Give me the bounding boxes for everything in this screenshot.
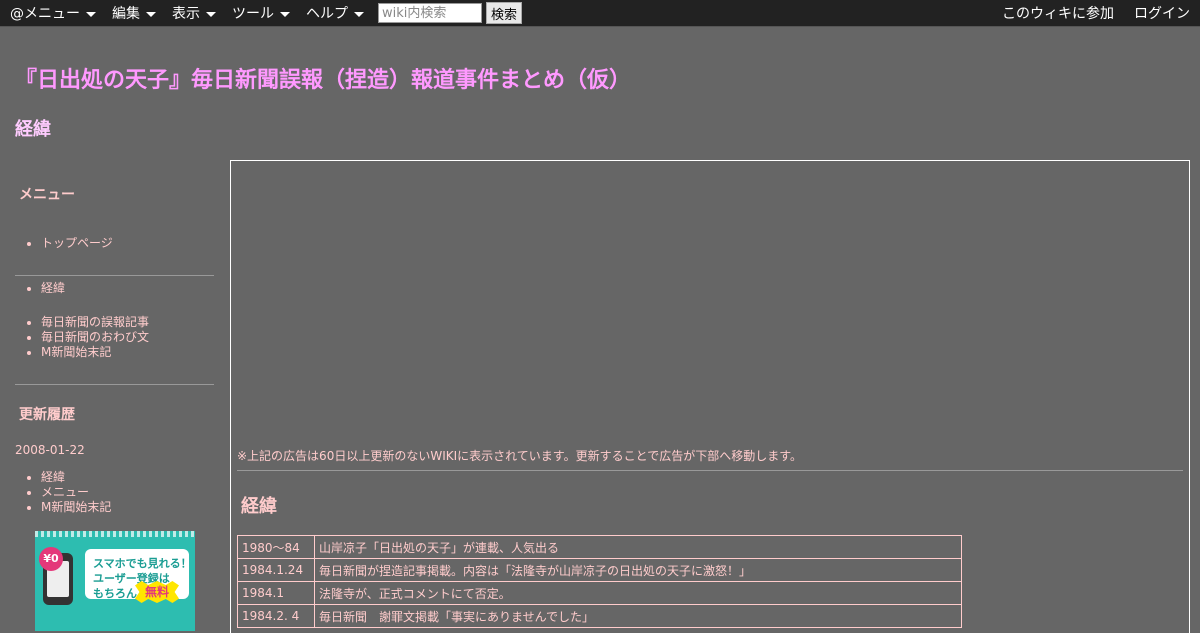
- ad-notice: ※上記の広告は60日以上更新のないWIKIに表示されています。更新することで広告…: [237, 449, 803, 463]
- promo-banner[interactable]: ¥0 スマホでも見れる！ ユーザー登録は もちろん 無料: [35, 531, 195, 631]
- timeline-date: 1984.1.24: [237, 558, 315, 582]
- update-history-heading: 更新履歴: [19, 407, 75, 423]
- ad-placeholder: [231, 161, 1189, 441]
- edit-menu-label: 編集: [112, 6, 140, 22]
- sidebar-item-top-page[interactable]: トップページ: [41, 236, 240, 251]
- view-menu-dropdown[interactable]: 表示: [172, 3, 216, 23]
- sidebar-articles-list: 毎日新聞の誤報記事 毎日新聞のおわび文 M新聞始末記: [15, 315, 240, 360]
- edit-menu-dropdown[interactable]: 編集: [112, 3, 156, 23]
- promo-dots-decoration: [35, 531, 195, 537]
- promo-line: スマホでも見れる！: [93, 557, 192, 570]
- history-item[interactable]: 経緯: [41, 470, 240, 485]
- join-wiki-link[interactable]: このウィキに参加: [1002, 3, 1114, 23]
- timeline-event: 毎日新聞が捏造記事掲載。内容は「法隆寺が山岸凉子の日出処の天子に激怒！」: [314, 558, 962, 582]
- yen-zero-badge: ¥0: [39, 547, 63, 571]
- chevron-down-icon: [86, 11, 96, 17]
- help-menu-label: ヘルプ: [306, 6, 348, 22]
- history-item[interactable]: M新聞始末記: [41, 500, 240, 515]
- sidebar-divider: [15, 275, 214, 276]
- timeline-event: 毎日新聞 謝罪文掲載「事実にありませんでした」: [314, 604, 962, 628]
- sidebar-item-history[interactable]: 経緯: [41, 281, 240, 296]
- content-divider: [237, 470, 1183, 471]
- tools-menu-label: ツール: [232, 6, 274, 22]
- atmenu-dropdown[interactable]: @メニュー: [10, 3, 96, 23]
- account-links: このウィキに参加 ログイン: [1002, 3, 1200, 23]
- login-link[interactable]: ログイン: [1134, 3, 1190, 23]
- timeline-table: 1980〜84 山岸凉子「日出処の天子」が連載、人気出る 1984.1.24 毎…: [237, 535, 962, 628]
- help-menu-dropdown[interactable]: ヘルプ: [306, 3, 364, 23]
- sidebar-item-m-newspaper[interactable]: M新聞始末記: [41, 345, 240, 360]
- view-menu-label: 表示: [172, 6, 200, 22]
- search-button[interactable]: 検索: [486, 2, 523, 24]
- update-history-date: 2008-01-22: [15, 443, 85, 457]
- sidebar-menu-list: トップページ: [15, 236, 240, 251]
- chevron-down-icon: [354, 11, 364, 17]
- sidebar-menu-heading: メニュー: [19, 187, 75, 203]
- section-heading: 経緯: [241, 496, 277, 517]
- chevron-down-icon: [206, 11, 216, 17]
- table-row: 1980〜84 山岸凉子「日出処の天子」が連載、人気出る: [237, 535, 962, 559]
- tools-menu-dropdown[interactable]: ツール: [232, 3, 290, 23]
- page-title: 経緯: [15, 119, 51, 140]
- sidebar-item-apology[interactable]: 毎日新聞のおわび文: [41, 330, 240, 345]
- free-starburst: 無料: [135, 581, 179, 603]
- site-title[interactable]: 『日出処の天子』毎日新聞誤報（捏造）報道事件まとめ（仮）: [15, 62, 631, 94]
- table-row: 1984.1.24 毎日新聞が捏造記事掲載。内容は「法隆寺が山岸凉子の日出処の天…: [237, 558, 962, 582]
- main-content: ※上記の広告は60日以上更新のないWIKIに表示されています。更新することで広告…: [230, 160, 1190, 633]
- table-row: 1984.1 法隆寺が、正式コメントにて否定。: [237, 581, 962, 605]
- timeline-event: 法隆寺が、正式コメントにて否定。: [314, 581, 962, 605]
- timeline-date: 1984.1: [237, 581, 315, 605]
- promo-line: もちろん: [93, 587, 137, 600]
- wiki-search-input[interactable]: [378, 3, 482, 23]
- chevron-down-icon: [146, 11, 156, 17]
- sidebar-divider: [15, 384, 214, 385]
- table-row: 1984.2. 4 毎日新聞 謝罪文掲載「事実にありませんでした」: [237, 604, 962, 628]
- update-history-list: 経緯 メニュー M新聞始末記: [15, 470, 240, 515]
- atmenu-label: @メニュー: [10, 6, 80, 22]
- timeline-date: 1984.2. 4: [237, 604, 315, 628]
- sidebar-nav-list: 経緯: [15, 281, 240, 296]
- chevron-down-icon: [280, 11, 290, 17]
- top-navigation-bar: @メニュー 編集 表示 ツール ヘルプ 検索 このウィキに参加 ログイン: [0, 0, 1200, 27]
- history-item[interactable]: メニュー: [41, 485, 240, 500]
- sidebar-item-misreport-article[interactable]: 毎日新聞の誤報記事: [41, 315, 240, 330]
- timeline-event: 山岸凉子「日出処の天子」が連載、人気出る: [314, 535, 962, 559]
- timeline-date: 1980〜84: [237, 535, 315, 559]
